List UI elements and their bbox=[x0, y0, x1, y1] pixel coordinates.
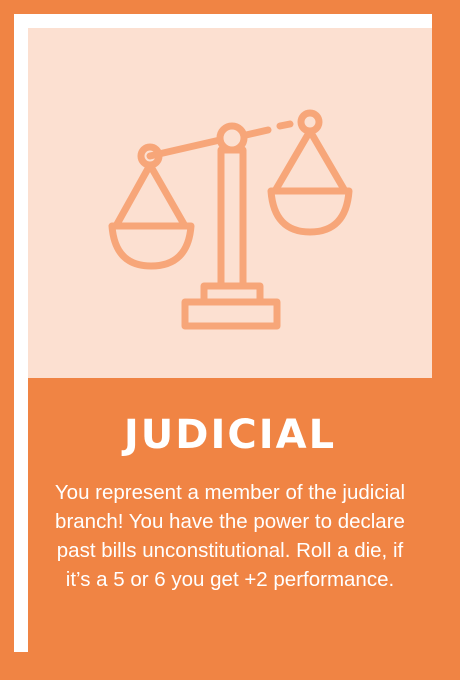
card-title: JUDICIAL bbox=[123, 412, 337, 458]
scales-of-justice-icon bbox=[108, 109, 353, 330]
card-illustration bbox=[28, 28, 432, 378]
card-description: You represent a member of the judicial b… bbox=[54, 481, 406, 591]
game-card: JUDICIAL You represent a member of the j… bbox=[0, 0, 460, 680]
card-text-panel: JUDICIAL You represent a member of the j… bbox=[28, 378, 432, 652]
